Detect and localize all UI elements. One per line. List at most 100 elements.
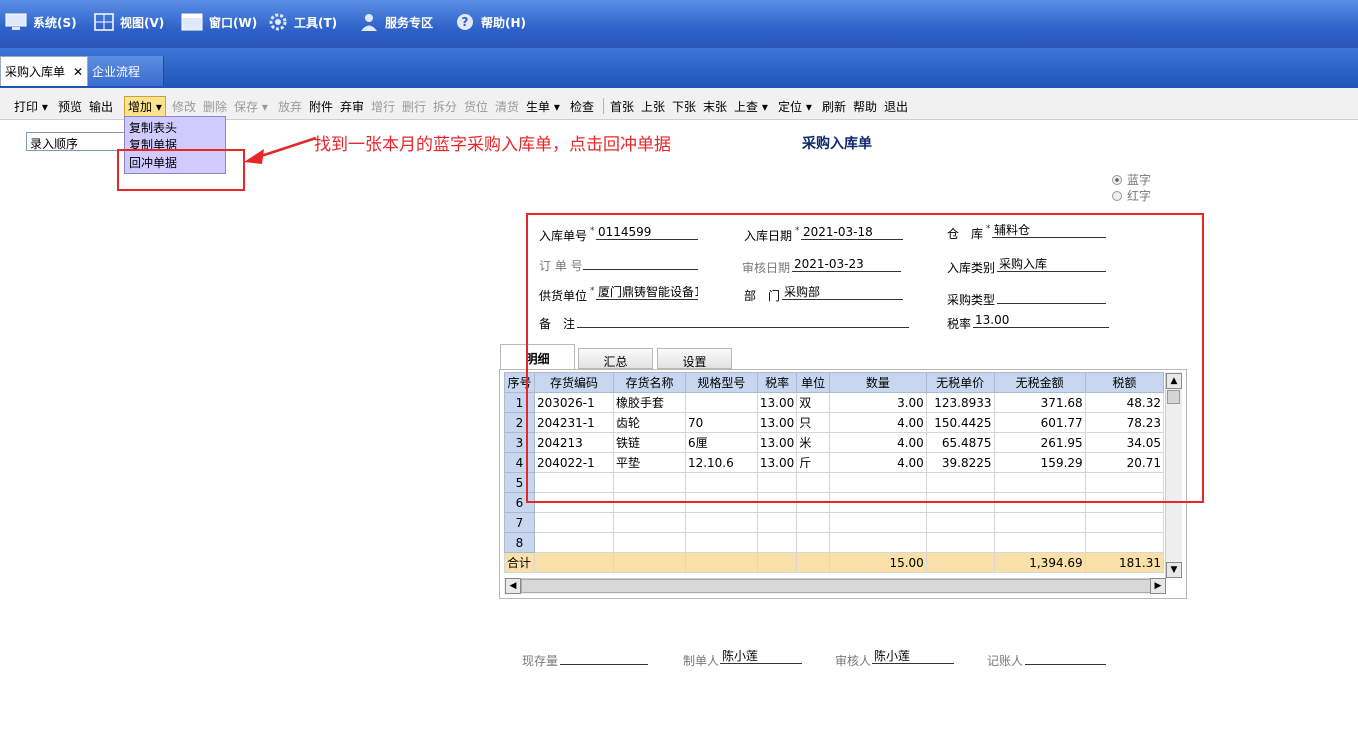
maker-field: 陈小莲 (720, 650, 802, 664)
table-cell[interactable] (613, 532, 686, 553)
add-button[interactable]: 增加 ▾ (124, 96, 166, 117)
scroll-right-icon[interactable]: ▶ (1150, 578, 1166, 594)
tab-purchase-inbound[interactable]: 采购入库单 ✕ (0, 56, 88, 86)
total-cell (756, 552, 798, 573)
table-cell[interactable] (613, 512, 686, 533)
auditor-field: 陈小莲 (872, 650, 954, 664)
radio-blue[interactable]: 蓝字 (1112, 171, 1151, 188)
add-row-button[interactable]: 增行 (371, 98, 395, 115)
total-cell (533, 552, 615, 573)
scroll-left-icon[interactable]: ◀ (505, 578, 521, 594)
maker-label: 制单人 (683, 654, 720, 668)
exit-button[interactable]: 退出 (884, 98, 908, 115)
delete-button[interactable]: 删除 (203, 98, 227, 115)
table-cell[interactable] (684, 532, 758, 553)
total-cell (796, 552, 831, 573)
row-number: 7 (504, 512, 535, 533)
total-cell (925, 552, 995, 573)
prev-button[interactable]: 上张 (641, 98, 665, 115)
table-cell[interactable] (829, 512, 927, 533)
annotation-text: 找到一张本月的蓝字采购入库单，点击回冲单据 (314, 135, 671, 155)
total-cell: 15.00 (829, 552, 927, 573)
attachment-button[interactable]: 附件 (309, 98, 333, 115)
menu-system[interactable]: 系统(S) (5, 12, 77, 32)
tab-enterprise-flow-label: 企业流程 (92, 64, 141, 79)
menu-view-label: 视图(V) (120, 15, 165, 30)
menubar: 系统(S) 视图(V) 窗口(W) 工具(T) 服务专区 ? 帮助(H) (0, 0, 1358, 48)
table-cell[interactable] (829, 532, 927, 553)
save-button[interactable]: 保存 ▾ (234, 98, 268, 115)
bookkeeper-label: 记账人 (987, 654, 1024, 668)
table-cell[interactable] (533, 512, 615, 533)
sort-order-select[interactable]: 录入顺序 (26, 132, 130, 151)
horizontal-scroll-thumb[interactable] (521, 579, 1151, 593)
table-cell[interactable] (993, 532, 1086, 553)
table-cell[interactable] (796, 512, 831, 533)
bookkeeper-field (1025, 651, 1106, 665)
menu-view[interactable]: 视图(V) (94, 12, 164, 32)
total-row: 合计 15.00 1,394.69 181.31 (504, 552, 1164, 573)
table-cell[interactable] (756, 512, 798, 533)
table-cell[interactable] (796, 532, 831, 553)
gear-icon (269, 13, 287, 31)
last-button[interactable]: 末张 (703, 98, 727, 115)
locate-button[interactable]: 定位 ▾ (778, 98, 812, 115)
window-icon (181, 13, 203, 31)
generate-button[interactable]: 生单 ▾ (526, 98, 560, 115)
highlight-box-form (526, 213, 1204, 503)
radio-red[interactable]: 红字 (1112, 187, 1151, 204)
print-button[interactable]: 打印 ▾ (14, 98, 48, 115)
lookup-up-button[interactable]: 上查 ▾ (734, 98, 768, 115)
scroll-down-icon[interactable]: ▼ (1166, 562, 1182, 578)
menu-tools[interactable]: 工具(T) (268, 12, 337, 32)
table-cell[interactable] (925, 512, 995, 533)
menu-service[interactable]: 服务专区 (359, 12, 433, 32)
close-icon[interactable]: ✕ (73, 65, 83, 79)
refresh-button[interactable]: 刷新 (822, 98, 846, 115)
clear-goods-button[interactable]: 清货 (495, 98, 519, 115)
discard-button[interactable]: 放弃 (278, 98, 302, 115)
menu-help-label: 帮助(H) (481, 15, 527, 30)
document-tabbar: 采购入库单 ✕ 企业流程 (0, 48, 1358, 88)
table-cell[interactable] (993, 512, 1086, 533)
menu-window-label: 窗口(W) (209, 15, 258, 30)
unaudit-button[interactable]: 弃审 (340, 98, 364, 115)
help-button[interactable]: 帮助 (853, 98, 877, 115)
radio-checked-icon (1112, 174, 1122, 185)
tab-enterprise-flow[interactable]: 企业流程 (88, 56, 164, 86)
table-cell[interactable] (684, 512, 758, 533)
form-title: 采购入库单 (802, 136, 872, 152)
toolbar-separator (603, 98, 604, 114)
total-cell: 1,394.69 (993, 552, 1086, 573)
menu-help[interactable]: ? 帮助(H) (455, 12, 526, 32)
delete-row-button[interactable]: 删行 (402, 98, 426, 115)
menu-window[interactable]: 窗口(W) (181, 12, 257, 32)
user-icon (361, 14, 377, 31)
row-number: 8 (504, 532, 535, 553)
modify-button[interactable]: 修改 (172, 98, 196, 115)
table-cell[interactable] (533, 532, 615, 553)
help-icon: ? (457, 14, 473, 30)
menu-item-copy-header[interactable]: 复制表头 (129, 119, 177, 136)
radio-red-label: 红字 (1127, 189, 1152, 203)
total-cell: 181.31 (1084, 552, 1164, 573)
auditor-label: 审核人 (835, 654, 872, 668)
table-cell[interactable] (756, 532, 798, 553)
split-button[interactable]: 拆分 (433, 98, 457, 115)
preview-button[interactable]: 预览 (58, 98, 82, 115)
table-cell[interactable] (1084, 512, 1164, 533)
table-cell[interactable] (1084, 532, 1164, 553)
stock-label: 现存量 (522, 654, 559, 668)
check-button[interactable]: 检查 (570, 98, 594, 115)
table-row[interactable]: 8 (504, 532, 1164, 553)
menu-service-label: 服务专区 (385, 15, 434, 30)
grid-icon (94, 13, 114, 31)
first-button[interactable]: 首张 (610, 98, 634, 115)
menu-system-label: 系统(S) (33, 15, 77, 30)
next-button[interactable]: 下张 (672, 98, 696, 115)
table-cell[interactable] (925, 532, 995, 553)
annotation-arrow-icon (244, 136, 317, 164)
export-button[interactable]: 输出 (89, 98, 113, 115)
table-row[interactable]: 7 (504, 512, 1164, 533)
location-button[interactable]: 货位 (464, 98, 488, 115)
